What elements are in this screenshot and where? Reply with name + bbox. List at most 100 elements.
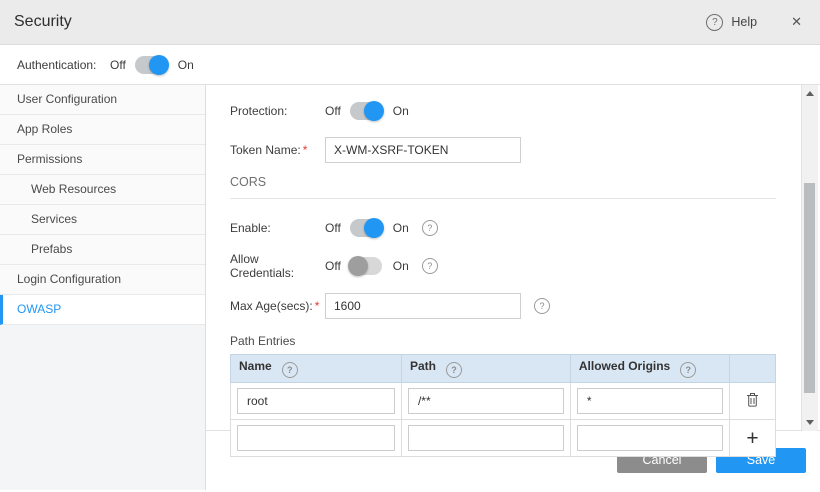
toggle-off-label: Off [110, 58, 126, 72]
cors-divider [230, 198, 776, 199]
required-asterisk: * [303, 143, 308, 157]
path-cell [401, 383, 570, 420]
name-help-icon[interactable]: ? [282, 362, 298, 378]
path-cell [401, 420, 570, 457]
allow-credentials-label: Allow Credentials: [230, 252, 325, 280]
path-entry-path-input[interactable] [408, 388, 564, 414]
toggle-knob[interactable] [149, 55, 169, 75]
path-entries-label: Path Entries [230, 334, 776, 348]
sidebar-item-app-roles[interactable]: App Roles [0, 115, 205, 145]
security-dialog: Security ? Help ✕ Authentication: Off On… [0, 0, 820, 492]
toggle-off-label: Off [325, 259, 341, 273]
owasp-settings-panel: Protection: Off On Token Name:* CORS [206, 85, 820, 431]
allowed-origins-cell [570, 420, 729, 457]
path-entries-table: Name? Path? Allowed Origins? [230, 354, 776, 457]
name-cell [231, 420, 402, 457]
row-actions-cell [730, 383, 776, 420]
help-icon[interactable]: ? [706, 14, 723, 31]
page-title: Security [14, 13, 72, 31]
path-help-icon[interactable]: ? [446, 362, 462, 378]
close-icon[interactable]: ✕ [791, 14, 802, 30]
titlebar: Security ? Help ✕ [0, 0, 820, 45]
row-actions-cell: + [730, 420, 776, 457]
table-row [231, 383, 776, 420]
token-name-input[interactable] [325, 137, 521, 163]
toggle-on-label: On [393, 221, 409, 235]
table-row: + [231, 420, 776, 457]
required-asterisk: * [315, 299, 320, 313]
column-header-path: Path? [401, 355, 570, 383]
scroll-up-arrow-icon[interactable] [806, 91, 814, 96]
toggle-off-label: Off [325, 104, 341, 118]
token-name-row: Token Name:* [230, 137, 776, 163]
sidebar-item-web-resources[interactable]: Web Resources [0, 175, 205, 205]
dialog-body: User Configuration App Roles Permissions… [0, 85, 820, 490]
protection-toggle[interactable]: Off On [325, 102, 409, 120]
sidebar-item-user-configuration[interactable]: User Configuration [0, 85, 205, 115]
delete-row-button[interactable] [742, 390, 763, 411]
toggle-knob[interactable] [364, 101, 384, 121]
allow-credentials-toggle[interactable]: Off On [325, 257, 409, 275]
toggle-on-label: On [393, 259, 409, 273]
authentication-toggle[interactable]: Off On [110, 56, 194, 74]
max-age-row: Max Age(secs):* ? [230, 293, 776, 319]
toggle-knob[interactable] [364, 218, 384, 238]
toggle-track[interactable] [350, 219, 382, 237]
toggle-track[interactable] [350, 102, 382, 120]
allow-credentials-row: Allow Credentials: Off On ? [230, 256, 776, 276]
path-entries-header: Name? Path? Allowed Origins? [231, 355, 776, 383]
enable-help-icon[interactable]: ? [422, 220, 438, 236]
sidebar-items: User Configuration App Roles Permissions… [0, 85, 205, 325]
token-name-label-text: Token Name: [230, 143, 301, 157]
scroll-down-arrow-icon[interactable] [806, 420, 814, 425]
sidebar-item-permissions[interactable]: Permissions [0, 145, 205, 175]
column-header-allowed-origins: Allowed Origins? [570, 355, 729, 383]
path-entry-path-input[interactable] [408, 425, 564, 451]
protection-label: Protection: [230, 104, 325, 118]
allowed-origins-help-icon[interactable]: ? [680, 362, 696, 378]
authentication-bar: Authentication: Off On [0, 45, 820, 85]
protection-row: Protection: Off On [230, 101, 776, 121]
cors-enable-row: Enable: Off On ? [230, 218, 776, 238]
plus-icon: + [746, 427, 758, 450]
allow-credentials-help-icon[interactable]: ? [422, 258, 438, 274]
main-panel: Protection: Off On Token Name:* CORS [206, 85, 820, 490]
sidebar-item-services[interactable]: Services [0, 205, 205, 235]
add-row-button[interactable]: + [742, 426, 762, 451]
toggle-on-label: On [393, 104, 409, 118]
sidebar-item-owasp[interactable]: OWASP [0, 295, 205, 325]
path-entry-name-input[interactable] [237, 388, 395, 414]
titlebar-actions: ? Help ✕ [706, 14, 802, 31]
max-age-help-icon[interactable]: ? [534, 298, 550, 314]
sidebar-item-login-configuration[interactable]: Login Configuration [0, 265, 205, 295]
toggle-track[interactable] [350, 257, 382, 275]
max-age-label: Max Age(secs):* [230, 299, 325, 313]
toggle-knob[interactable] [348, 256, 368, 276]
max-age-label-text: Max Age(secs): [230, 299, 313, 313]
toggle-off-label: Off [325, 221, 341, 235]
trash-icon [746, 392, 759, 407]
vertical-scrollbar[interactable] [801, 85, 818, 431]
sidebar-item-prefabs[interactable]: Prefabs [0, 235, 205, 265]
toggle-on-label: On [178, 58, 194, 72]
cors-section-label: CORS [230, 175, 776, 189]
column-header-path-text: Path [410, 359, 436, 373]
column-header-actions [730, 355, 776, 383]
toggle-track[interactable] [135, 56, 167, 74]
allowed-origins-cell [570, 383, 729, 420]
table-header-row: Name? Path? Allowed Origins? [231, 355, 776, 383]
scrollbar-thumb[interactable] [804, 183, 815, 393]
max-age-input[interactable] [325, 293, 521, 319]
column-header-allowed-origins-text: Allowed Origins [579, 359, 670, 373]
path-entry-origins-input[interactable] [577, 425, 723, 451]
path-entry-name-input[interactable] [237, 425, 395, 451]
path-entry-origins-input[interactable] [577, 388, 723, 414]
column-header-name-text: Name [239, 359, 272, 373]
enable-label: Enable: [230, 221, 325, 235]
token-name-label: Token Name:* [230, 143, 325, 157]
sidebar: User Configuration App Roles Permissions… [0, 85, 206, 490]
help-link[interactable]: Help [731, 15, 757, 29]
authentication-label: Authentication: [17, 58, 110, 72]
cors-enable-toggle[interactable]: Off On [325, 219, 409, 237]
name-cell [231, 383, 402, 420]
